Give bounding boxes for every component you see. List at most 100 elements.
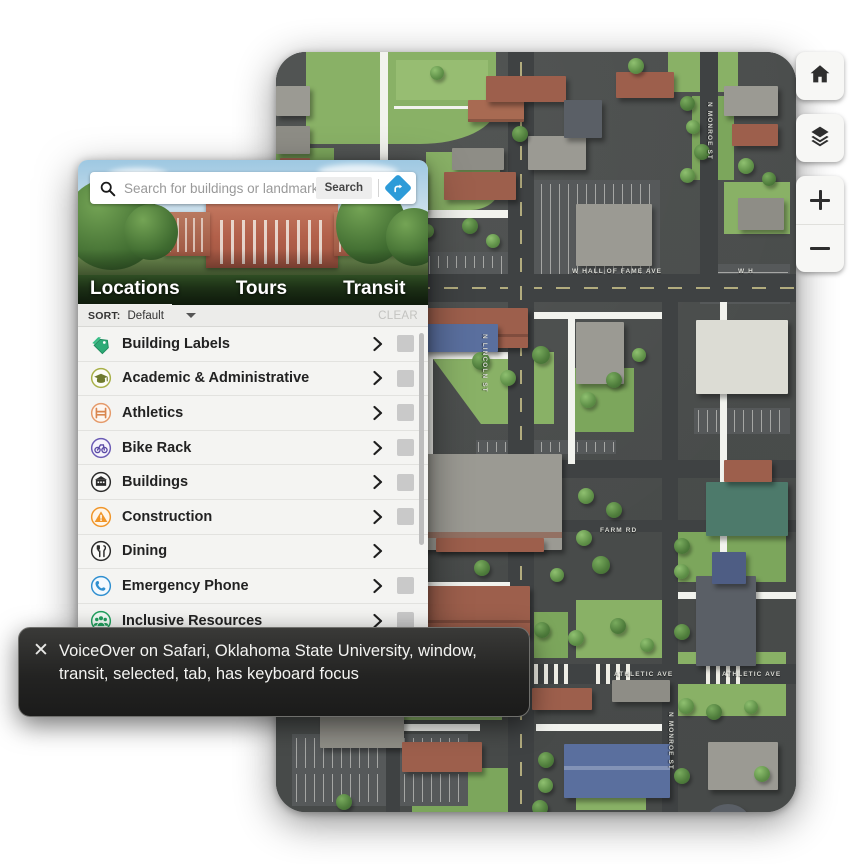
map-crosswalk [534,664,568,684]
zoom-controls [796,176,844,272]
map-tree [532,800,548,812]
list-item[interactable]: Dining [78,534,428,570]
search-button[interactable]: Search [315,177,372,199]
list-item[interactable]: Athletics [78,396,428,431]
list-item-checkbox[interactable] [397,404,414,422]
map-building [564,100,602,138]
close-icon[interactable]: ✕ [33,641,59,716]
list-item-label: Dining [122,543,168,560]
tab-tours[interactable]: Tours [236,278,287,305]
map-street-label: FARM RD [600,527,638,534]
map-path [534,312,662,319]
tab-locations[interactable]: Locations [90,278,180,305]
list-item[interactable]: Emergency Phone [78,569,428,604]
search-input[interactable] [124,180,316,196]
list-item-checkbox[interactable] [397,369,414,387]
map-building [468,100,524,122]
map-tree [550,568,564,582]
map-tree [336,794,352,810]
map-tree [474,560,490,576]
map-building [696,320,788,394]
map-street-label: N LINCOLN ST [481,334,488,393]
map-tree [640,638,654,652]
map-tree [606,372,622,388]
list-item-checkbox[interactable] [397,508,414,526]
zoom-in-button[interactable] [796,176,844,224]
clear-button[interactable]: CLEAR [378,310,418,322]
map-tree [430,66,444,80]
list-item[interactable]: Construction [78,499,428,535]
map-tree [674,624,690,640]
chevron-right-icon[interactable] [365,336,391,352]
category-list[interactable]: Building Labels Academic & Administrativ [78,327,428,638]
map-tree [538,778,553,793]
map-parking-stripes [478,442,614,452]
search-bar[interactable]: Search [90,172,416,204]
map-building [724,460,772,482]
map-tree [628,58,644,74]
campus-map-sidebar-window[interactable]: Search Locations Tours Transit S [78,160,428,638]
map-building [486,76,566,102]
layers-button[interactable] [796,114,844,162]
map-building [320,712,404,748]
tab-transit[interactable]: Transit [343,278,405,305]
list-item-checkbox[interactable] [397,577,414,595]
sort-value[interactable]: Default [128,310,164,322]
zoom-out-button[interactable] [796,224,844,272]
map-tree [632,348,646,362]
list-item[interactable]: Building Labels [78,327,428,362]
home-button[interactable] [796,52,844,100]
list-item[interactable]: Bike Rack [78,430,428,466]
map-tree [610,618,626,634]
sort-row: SORT: Default CLEAR [78,305,428,327]
list-item-label: Academic & Administrative [122,370,310,387]
map-building [616,72,674,98]
chevron-right-icon[interactable] [365,578,391,594]
map-tree [674,564,689,579]
chevron-right-icon[interactable] [365,440,391,456]
map-tree [762,172,776,186]
chevron-right-icon[interactable] [365,405,391,421]
map-tree [686,120,700,134]
map-building [732,124,778,146]
map-road [700,52,718,274]
list-item[interactable]: Buildings [78,465,428,500]
map-lawn [396,60,488,100]
chevron-right-icon[interactable] [365,543,391,559]
list-item-checkbox[interactable] [397,439,414,457]
list-item-checkbox[interactable] [397,335,414,353]
list-scrollbar[interactable] [419,333,424,545]
chevron-right-icon[interactable] [365,370,391,386]
map-tree [674,768,690,784]
voiceover-caption-text: VoiceOver on Safari, Oklahoma State Univ… [59,642,477,683]
map-building [416,454,562,550]
warning-triangle-icon [88,504,114,530]
chevron-right-icon[interactable] [365,509,391,525]
map-tree [578,488,594,504]
map-tree [678,698,694,714]
map-street-label: ATHLETIC AVE [722,671,782,678]
goalpost-icon [88,400,114,426]
chevron-right-icon[interactable] [365,474,391,490]
tag-icon [88,331,114,357]
map-path [536,724,662,731]
map-building [612,680,670,702]
map-street-label: ATHLETIC AVE [614,671,674,678]
map-building [528,136,586,170]
list-item[interactable]: Academic & Administrative [78,361,428,397]
map-tree [532,346,550,364]
map-street-label: W H [738,268,754,275]
map-building [696,576,756,666]
list-item-checkbox[interactable] [397,473,414,491]
hero-banner: Search Locations Tours Transit [78,160,428,305]
map-tree [576,530,592,546]
map-building [708,742,778,790]
plus-icon [810,190,830,210]
map-tree [462,218,478,234]
map-building [276,126,310,154]
map-tree [738,158,754,174]
fork-knife-icon [88,538,114,564]
divider [378,179,379,197]
directions-arrow-icon[interactable] [383,173,413,203]
chevron-down-icon[interactable] [185,313,196,318]
